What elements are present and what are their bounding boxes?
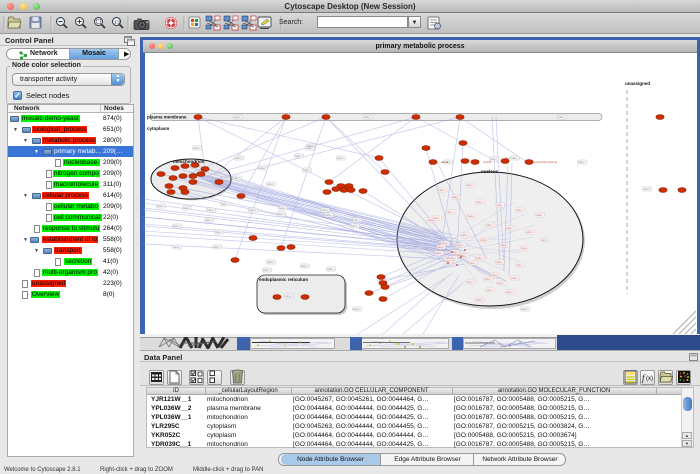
svg-text:label: label bbox=[517, 263, 523, 267]
svg-text:mitochondrion: mitochondrion bbox=[173, 159, 205, 164]
svg-text:label: label bbox=[462, 233, 468, 237]
svg-text:label: label bbox=[644, 187, 650, 191]
svg-text:label: label bbox=[447, 210, 453, 214]
svg-text:label: label bbox=[497, 260, 503, 264]
svg-text:nd-x: nd-x bbox=[505, 156, 511, 160]
svg-text:label: label bbox=[522, 246, 528, 250]
svg-text:label: label bbox=[477, 298, 483, 302]
svg-text:label: label bbox=[467, 280, 473, 284]
svg-text:label: label bbox=[438, 245, 444, 249]
svg-text:label: label bbox=[184, 206, 190, 210]
svg-text:label: label bbox=[194, 146, 200, 150]
svg-text:label: label bbox=[512, 276, 518, 280]
svg-text:label: label bbox=[250, 208, 256, 212]
svg-text:label: label bbox=[477, 256, 483, 260]
svg-text:label: label bbox=[450, 256, 456, 260]
svg-text:label: label bbox=[502, 243, 508, 247]
svg-text:label: label bbox=[222, 202, 228, 206]
svg-text:label: label bbox=[326, 213, 332, 217]
svg-text:label: label bbox=[352, 224, 358, 228]
svg-text:label: label bbox=[302, 264, 308, 268]
svg-text:label: label bbox=[304, 168, 310, 172]
svg-text:label: label bbox=[485, 277, 491, 281]
svg-text:label: label bbox=[467, 183, 473, 187]
svg-text:label: label bbox=[216, 230, 222, 234]
svg-text:label: label bbox=[354, 218, 360, 222]
svg-text:label: label bbox=[280, 206, 286, 210]
svg-text:label: label bbox=[296, 154, 302, 158]
svg-text:label: label bbox=[487, 288, 493, 292]
svg-text:label: label bbox=[522, 307, 528, 311]
svg-text:plasma membrane: plasma membrane bbox=[147, 115, 187, 120]
svg-text:label: label bbox=[338, 156, 344, 160]
svg-text:(x): (x) bbox=[646, 376, 653, 382]
svg-text:label: label bbox=[469, 214, 475, 218]
svg-text:label: label bbox=[365, 115, 371, 119]
svg-text:label: label bbox=[174, 245, 180, 249]
svg-text:label: label bbox=[278, 212, 284, 216]
svg-text:label: label bbox=[498, 281, 504, 285]
svg-text:unassigned: unassigned bbox=[625, 81, 650, 86]
svg-text:nucleus: nucleus bbox=[481, 169, 499, 174]
svg-text:label: label bbox=[236, 156, 242, 160]
svg-text:label: label bbox=[322, 208, 328, 212]
svg-text:label: label bbox=[507, 226, 513, 230]
svg-text:label: label bbox=[453, 195, 459, 199]
svg-text:label: label bbox=[208, 208, 214, 212]
svg-text:label: label bbox=[268, 182, 274, 186]
svg-text:label: label bbox=[497, 203, 503, 207]
svg-text:label: label bbox=[434, 216, 440, 220]
svg-text:lab-nd: lab-nd bbox=[441, 160, 449, 164]
svg-text:nd-prt5: nd-prt5 bbox=[483, 160, 492, 164]
svg-text:label: label bbox=[507, 290, 513, 294]
svg-text:1:1: 1:1 bbox=[114, 20, 121, 25]
svg-text:cytoplasm: cytoplasm bbox=[147, 126, 169, 131]
svg-text:label: label bbox=[537, 213, 543, 217]
svg-text:label: label bbox=[458, 243, 464, 247]
svg-text:label: label bbox=[174, 224, 180, 228]
svg-text:label: label bbox=[482, 238, 488, 242]
svg-text:label: label bbox=[527, 230, 533, 234]
svg-text:label: label bbox=[462, 254, 468, 258]
svg-text:label: label bbox=[307, 146, 313, 150]
svg-text:label: label bbox=[439, 188, 445, 192]
svg-text:label: label bbox=[354, 307, 360, 311]
svg-text:label: label bbox=[517, 208, 523, 212]
svg-text:label: label bbox=[491, 157, 497, 161]
svg-text:label: label bbox=[235, 115, 241, 119]
svg-text:label: label bbox=[470, 261, 476, 265]
svg-text:label: label bbox=[260, 166, 266, 170]
svg-text:label: label bbox=[158, 204, 164, 208]
svg-text:endoplasmic reticulum: endoplasmic reticulum bbox=[259, 277, 308, 282]
svg-text:label: label bbox=[559, 115, 565, 119]
svg-text:label: label bbox=[477, 200, 483, 204]
svg-text:label: label bbox=[542, 238, 548, 242]
svg-text:label: label bbox=[512, 156, 518, 160]
svg-text:label: label bbox=[579, 160, 585, 164]
svg-text:label: label bbox=[206, 218, 212, 222]
svg-text:label: label bbox=[286, 294, 292, 298]
svg-text:label: label bbox=[328, 267, 334, 271]
svg-text:label: label bbox=[268, 260, 274, 264]
svg-text:label: label bbox=[214, 245, 220, 249]
svg-text:md-ce3.rDw-mDa-nd: md-ce3.rDw-mDa-nd bbox=[533, 160, 558, 164]
svg-text:label: label bbox=[492, 273, 498, 277]
svg-text:label: label bbox=[436, 251, 442, 255]
svg-text:label: label bbox=[264, 268, 270, 272]
svg-text:label: label bbox=[234, 176, 240, 180]
svg-text:label: label bbox=[487, 223, 493, 227]
